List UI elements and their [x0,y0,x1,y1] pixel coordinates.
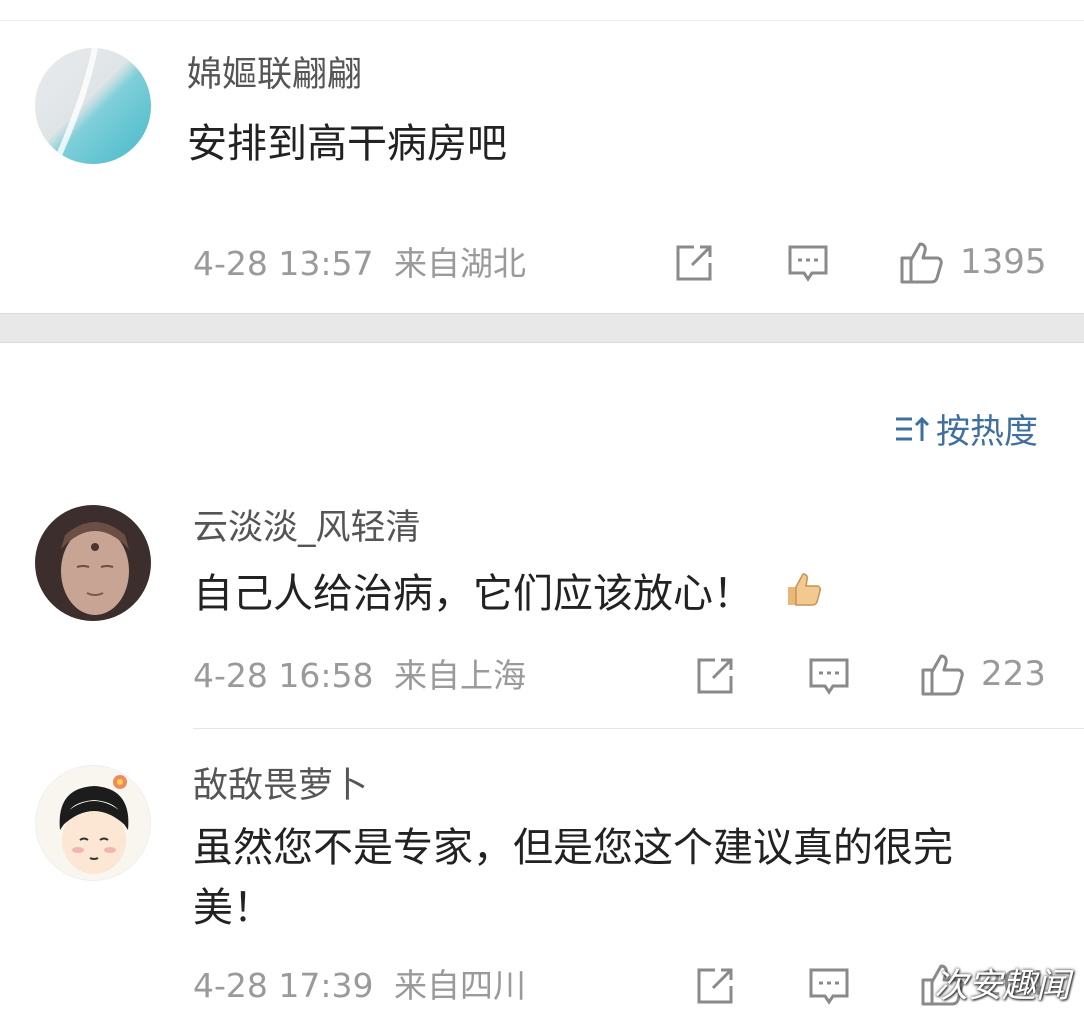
sort-icon [896,416,930,441]
comment-icon [788,245,828,282]
like-count: 1395 [960,242,1047,282]
comment-location: 来自四川 [394,966,526,1005]
comment-username[interactable]: 婂嫗联翩翩 [187,56,362,95]
thumbs-up-icon [900,242,943,284]
avatar[interactable] [35,765,151,881]
thumbs-up-icon [921,654,964,696]
share-button[interactable] [672,241,716,285]
reply-button[interactable] [786,241,830,285]
comment-text: 自己人给治病，它们应该放心！ [193,562,824,628]
comment-meta: 4-28 16:58 来自上海 [193,659,526,692]
comment-divider [193,728,1084,729]
watermark: 次安趣闻 [934,966,1070,1006]
like-button[interactable]: 223 [919,650,1046,698]
comment-location: 来自上海 [394,656,526,695]
comment-icon [809,658,849,695]
comment-text: 安排到高干病房吧 [187,121,507,167]
comment-meta: 4-28 17:39 来自四川 [193,969,526,1002]
avatar[interactable] [35,505,151,621]
reply-button[interactable] [807,964,851,1008]
sort-label: 按热度 [936,412,1038,452]
comment-username[interactable]: 云淡淡_风轻清 [193,509,421,548]
comment-text-content: 自己人给治病，它们应该放心！ [193,571,753,617]
like-button[interactable]: 1395 [898,238,1047,286]
sort-by-hot-button[interactable]: 按热度 [894,404,1038,453]
like-count: 223 [981,654,1046,694]
comment-icon [809,968,849,1005]
avatar[interactable] [35,48,151,164]
comment-location: 来自湖北 [394,244,526,283]
comment-meta: 4-28 13:57 来自湖北 [193,247,526,280]
comment-time: 4-28 17:39 [193,966,374,1005]
share-button[interactable] [693,654,737,698]
share-icon [697,968,733,1004]
comment-text-line: 虽然您不是专家，但是您这个建议真的很完 [193,825,953,871]
reply-button[interactable] [807,654,851,698]
share-icon [697,658,733,694]
comment-time: 4-28 16:58 [193,656,374,695]
share-button[interactable] [693,964,737,1008]
comment-text-line: 美！ [193,885,273,931]
section-separator [0,313,1084,343]
top-divider [0,20,1084,21]
thumbs-up-emoji [784,564,824,628]
share-icon [676,245,712,281]
comment-text: 虽然您不是专家，但是您这个建议真的很完 美！ [193,818,953,938]
comment-time: 4-28 13:57 [193,244,374,283]
comment-username[interactable]: 敌敌畏萝卜 [193,767,368,806]
